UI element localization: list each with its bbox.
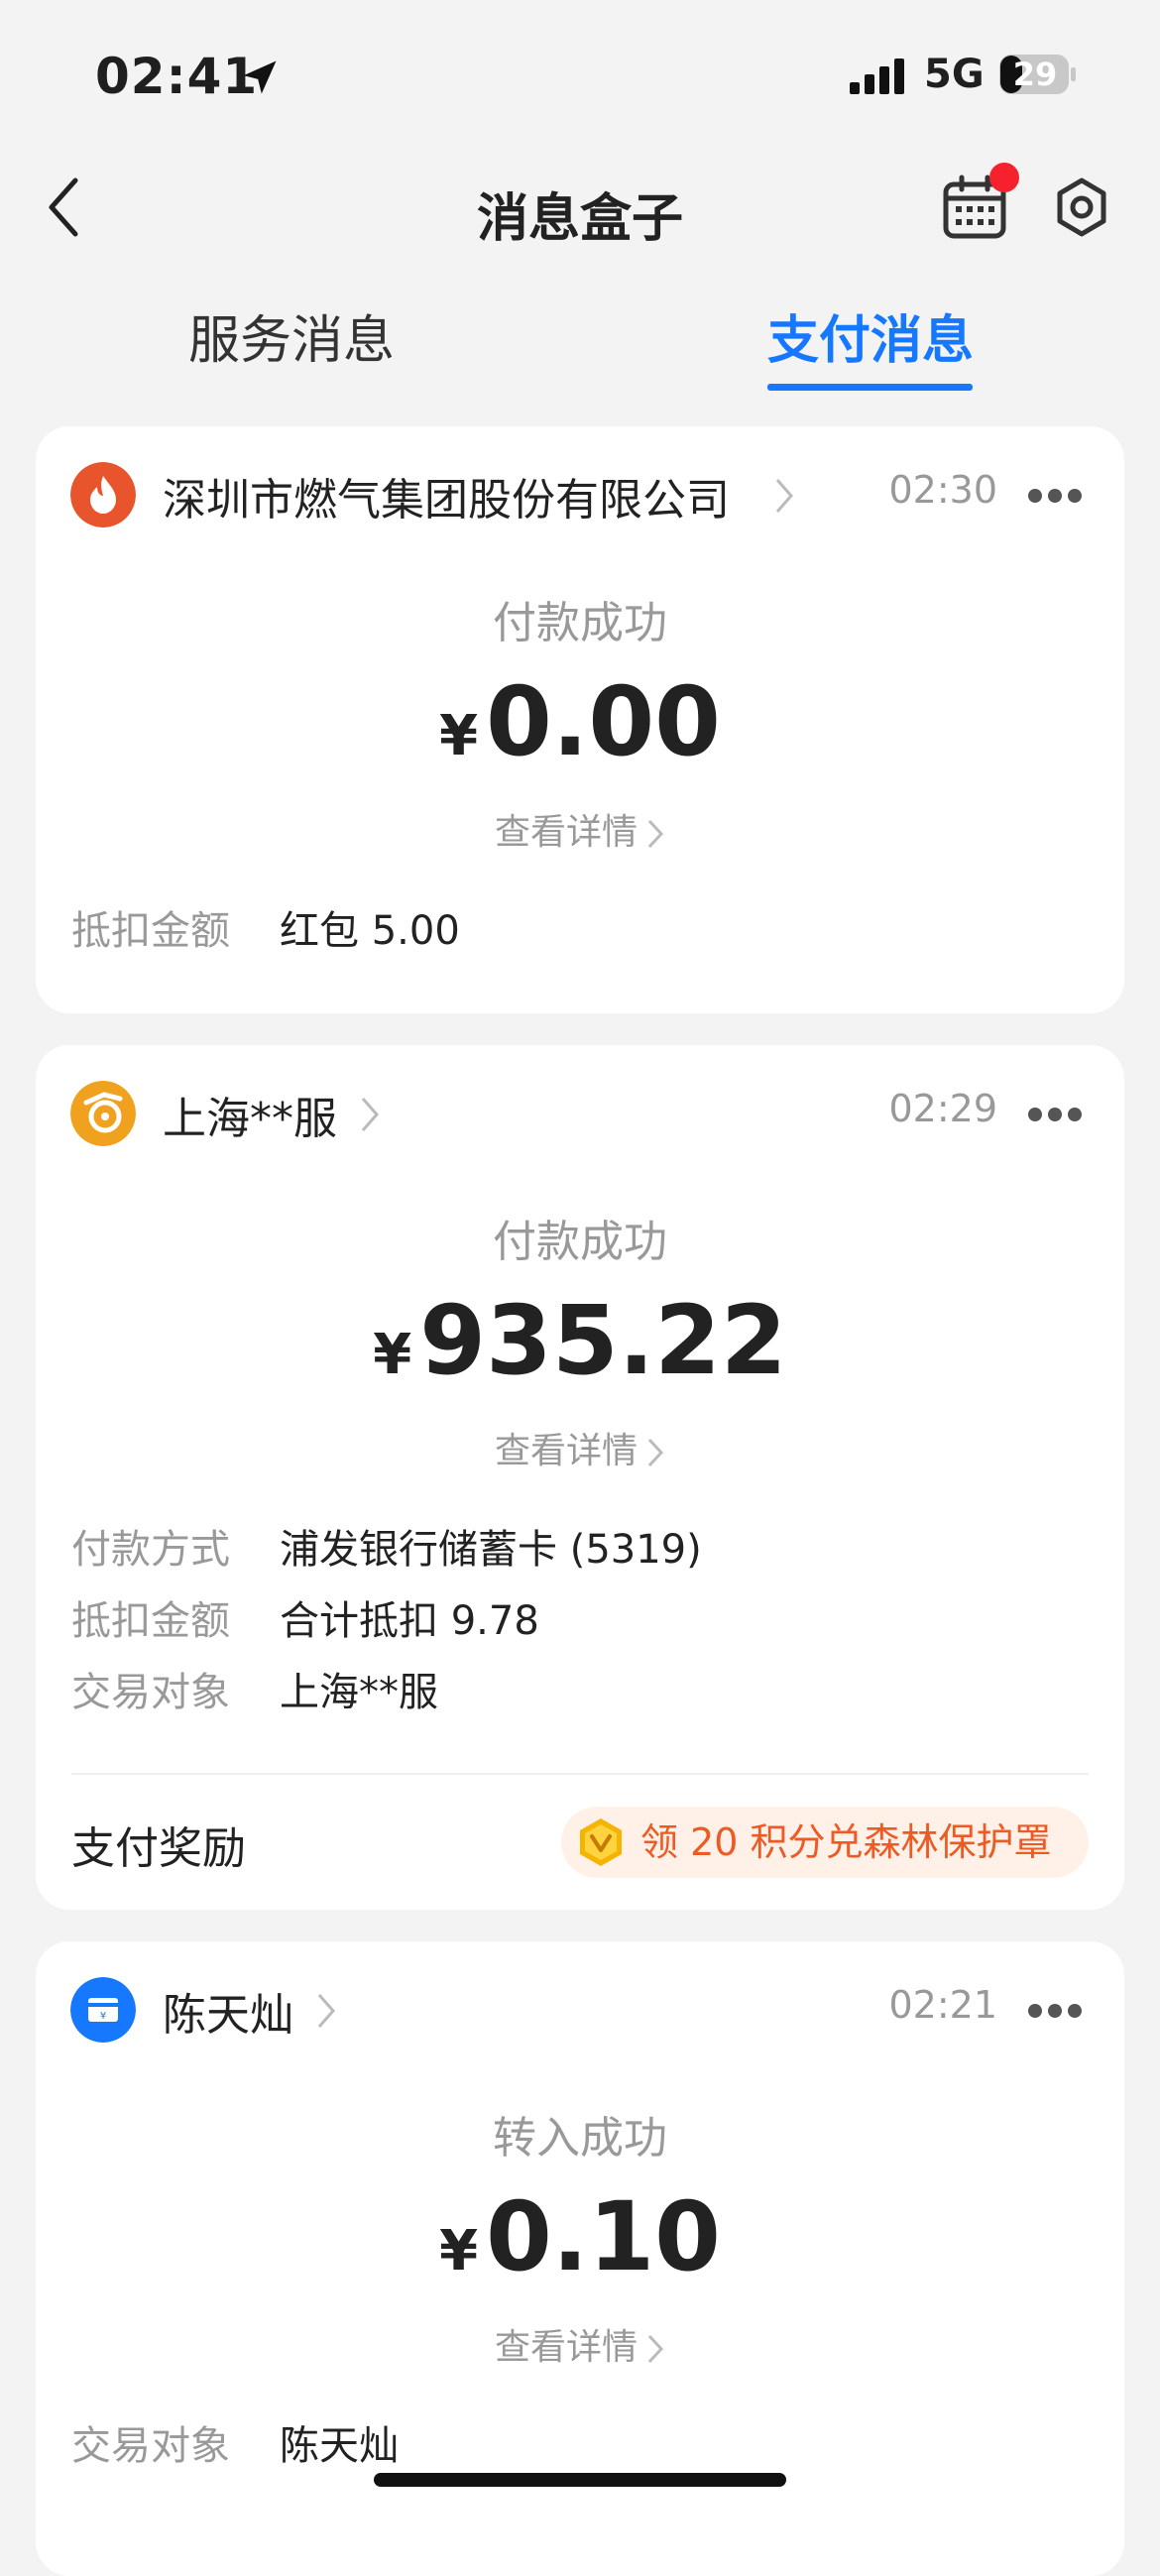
network-type: 5G [924,52,985,97]
status-bar: 02:41 5G 29 [0,0,1160,149]
payment-status: 付款成功 [493,598,667,648]
chevron-right-icon [647,2334,664,2364]
payment-card[interactable]: 上海**服 02:29 付款成功 ¥935.22 查看详情 付款方式 浦发银行储… [36,1045,1124,1910]
row-value: 合计抵扣 9.78 [280,1598,539,1644]
view-details-link[interactable]: 查看详情 [36,2318,1124,2370]
row-value: 上海**服 [280,1670,438,1715]
currency-symbol: ¥ [373,1323,412,1387]
chevron-right-icon [647,819,664,849]
view-details-link[interactable]: 查看详情 [36,803,1124,855]
merchant-logo-icon [70,1081,136,1146]
view-details-label: 查看详情 [494,2327,638,2368]
svg-text:¥: ¥ [100,2011,106,2022]
view-details-label: 查看详情 [494,812,638,853]
payment-card[interactable]: 深圳市燃气集团股份有限公司 02:30 付款成功 ¥0.00 查看详情 抵扣金额… [36,426,1124,1013]
more-icon[interactable] [1027,488,1083,504]
battery-level: 29 [1012,56,1058,93]
currency-symbol: ¥ [439,704,479,768]
coin-icon [580,1818,622,1866]
view-details-link[interactable]: 查看详情 [36,1422,1124,1473]
signal-icon [850,59,904,94]
payment-status: 付款成功 [493,1217,667,1267]
merchant-name[interactable]: 陈天灿 [163,1979,293,2043]
row-label: 交易对象 [71,1670,230,1715]
row-value: 陈天灿 [280,2423,399,2469]
status-time: 02:41 [95,48,259,105]
message-time: 02:30 [888,468,997,512]
chevron-right-icon [361,1098,379,1131]
merchant-name[interactable]: 上海**服 [163,1083,337,1146]
payment-amount: ¥0.00 [36,666,1124,777]
tab-payment-messages[interactable]: 支付消息 [767,298,974,373]
divider [71,1773,1089,1775]
nav-bar: 消息盒子 [0,149,1160,268]
amount-value: 0.00 [486,666,721,777]
message-time: 02:29 [888,1087,997,1130]
more-icon[interactable] [1027,2003,1083,2019]
chevron-right-icon [775,479,793,513]
home-indicator [374,2473,786,2487]
active-tab-indicator [767,384,973,391]
message-time: 02:21 [888,1983,997,2027]
flame-icon [70,462,136,527]
chevron-right-icon [317,1994,335,2028]
currency-symbol: ¥ [439,2219,479,2283]
row-label: 抵扣金额 [71,908,230,954]
gear-icon[interactable] [1051,176,1112,238]
notification-dot [989,163,1019,192]
row-label: 交易对象 [71,2423,230,2469]
more-icon[interactable] [1027,1107,1083,1122]
payment-amount: ¥935.22 [36,1285,1124,1396]
row-label: 付款方式 [71,1527,230,1573]
amount-value: 0.10 [486,2181,721,2292]
amount-value: 935.22 [419,1285,787,1396]
reward-button[interactable]: 领 20 积分兑森林保护罩 [561,1807,1089,1878]
location-arrow-icon [243,60,277,94]
payment-amount: ¥0.10 [36,2181,1124,2292]
view-details-label: 查看详情 [494,1431,638,1471]
row-value: 浦发银行储蓄卡 (5319) [280,1527,702,1573]
payment-status: 转入成功 [493,2113,667,2164]
transfer-icon: ¥ [70,1977,136,2043]
chevron-right-icon [647,1438,664,1467]
merchant-name[interactable]: 深圳市燃气集团股份有限公司 [163,464,730,527]
message-tabs: 服务消息 支付消息 [0,273,1160,392]
row-value: 红包 5.00 [280,908,460,954]
reward-label: 支付奖励 [71,1823,246,1874]
reward-text: 领 20 积分兑森林保护罩 [640,1820,1052,1864]
row-label: 抵扣金额 [71,1598,230,1644]
tab-service-messages[interactable]: 服务消息 [188,298,395,373]
